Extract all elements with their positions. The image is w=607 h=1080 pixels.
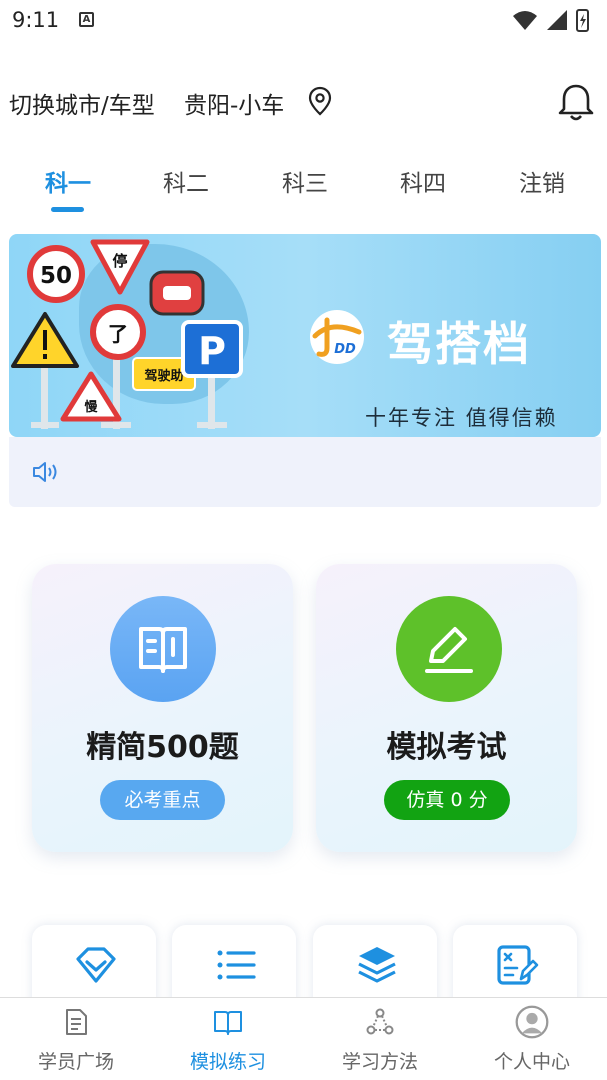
city-value[interactable]: 贵阳-小车	[184, 86, 284, 120]
card-icon-circle	[396, 596, 502, 702]
diamond-icon	[76, 947, 116, 983]
card-title: 精简500题	[86, 730, 239, 765]
tab-subject-2[interactable]: 科二	[136, 164, 236, 198]
nav-item-student-square[interactable]: 学员广场	[0, 998, 152, 1080]
nav-label: 模拟练习	[189, 1051, 266, 1073]
system-status-icons	[513, 9, 589, 32]
tag-sign-text: 驾驶助	[144, 368, 183, 384]
parking-sign-text: P	[198, 329, 226, 373]
brand-name: 驾搭档	[387, 317, 531, 371]
nav-label: 学员广场	[37, 1051, 114, 1073]
speed-sign-text: 50	[40, 263, 72, 289]
list-icon	[217, 950, 256, 980]
card-title: 模拟考试	[386, 730, 507, 765]
user-icon	[515, 1005, 549, 1039]
nav-item-study-methods[interactable]: 学习方法	[304, 998, 456, 1080]
card-practice-500[interactable]: 精简500题 必考重点	[32, 564, 293, 852]
status-bar: 9:11 A	[0, 0, 607, 44]
layers-icon	[358, 947, 396, 983]
banner-slogan: 十年专注 值得信赖	[365, 406, 558, 430]
signal-icon	[547, 10, 567, 30]
nav-label: 学习方法	[341, 1051, 418, 1073]
active-tab-indicator	[51, 207, 84, 212]
location-pin-icon[interactable]	[307, 86, 333, 116]
nav-label: 个人中心	[493, 1051, 570, 1073]
document-icon	[66, 1009, 87, 1035]
subject-tabs: 科一 科二 科三 科四 注销	[0, 160, 607, 220]
wifi-icon	[513, 11, 537, 30]
nodes-icon	[366, 1008, 394, 1035]
status-time: 9:11	[12, 8, 60, 32]
traffic-signs-illustration: 50 停 了 慢 驾驶助 P	[11, 239, 243, 429]
switch-city-label[interactable]: 切换城市/车型	[9, 86, 155, 120]
promo-banner[interactable]: 50 停 了 慢 驾驶助 P DD 驾搭档 十年专注 值得信赖	[9, 234, 601, 437]
turn-sign-text: 了	[108, 322, 128, 346]
brand-logo: DD	[310, 310, 364, 364]
card-badge: 必考重点	[100, 780, 225, 820]
tab-subject-1[interactable]: 科一	[18, 164, 118, 198]
bell-icon[interactable]	[555, 81, 597, 123]
notice-bar[interactable]	[9, 437, 601, 507]
stop-sign-text: 停	[112, 252, 127, 270]
tab-subject-3[interactable]: 科三	[255, 164, 355, 198]
card-icon-circle	[110, 596, 216, 702]
pencil-icon	[425, 627, 473, 673]
slow-sign-text: 慢	[84, 399, 98, 415]
exam-paper-icon	[497, 945, 539, 985]
book-icon	[139, 627, 187, 673]
bottom-nav: 学员广场 模拟练习 学习方法 个人中心	[0, 997, 607, 1080]
card-mock-exam[interactable]: 模拟考试 仿真 0 分	[316, 564, 577, 852]
tab-subject-4[interactable]: 科四	[373, 164, 473, 198]
card-badge: 仿真 0 分	[384, 780, 510, 820]
nav-item-mock-practice[interactable]: 模拟练习	[152, 998, 304, 1080]
tab-logout[interactable]: 注销	[492, 164, 592, 198]
notification-a-icon: A	[79, 12, 94, 27]
logo-text: DD	[334, 342, 356, 357]
nav-item-personal-center[interactable]: 个人中心	[456, 998, 607, 1080]
open-book-icon	[214, 1011, 242, 1035]
speaker-icon	[33, 462, 57, 482]
header: 切换城市/车型 贵阳-小车	[0, 78, 607, 128]
